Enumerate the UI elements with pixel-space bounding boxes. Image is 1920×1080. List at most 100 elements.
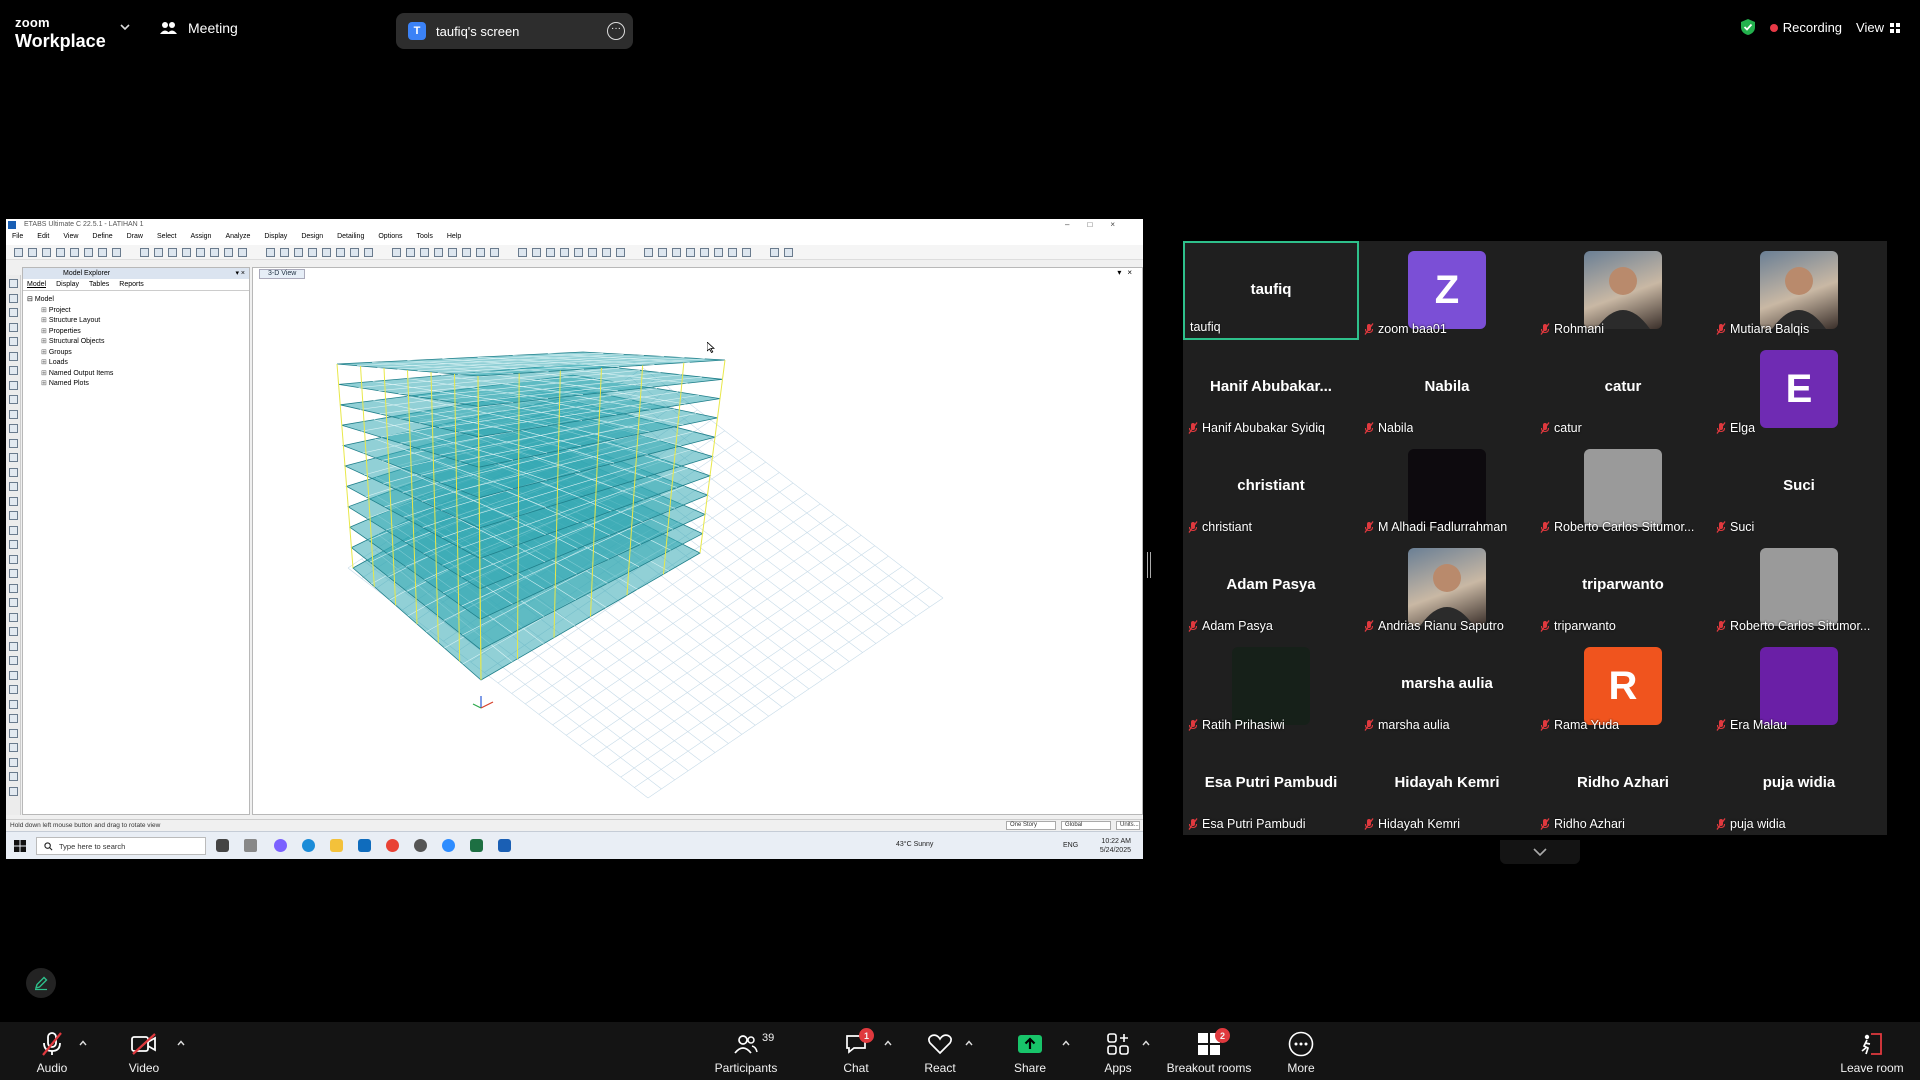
etabs-tool-icon[interactable] (392, 248, 401, 257)
etabs-draw-tool-icon[interactable] (9, 583, 18, 593)
participant-tile[interactable]: Mutiara Balqis (1711, 241, 1887, 340)
explorer-tab-display[interactable]: Display (56, 281, 79, 288)
etabs-draw-tool-icon[interactable] (9, 438, 18, 448)
etabs-draw-tool-icon[interactable] (9, 641, 18, 651)
meeting-menu[interactable]: Meeting (160, 20, 238, 36)
annotate-button[interactable] (26, 968, 56, 998)
explorer-tab-reports[interactable]: Reports (119, 281, 144, 288)
participant-tile[interactable]: marsha aulia marsha aulia (1359, 637, 1535, 736)
recording-indicator[interactable]: Recording (1769, 20, 1842, 35)
share-options-caret-icon[interactable] (1062, 1040, 1070, 1046)
etabs-draw-tool-icon[interactable] (9, 424, 18, 433)
etabs-draw-tool-icon[interactable] (9, 496, 18, 506)
etabs-draw-tool-icon[interactable] (9, 685, 18, 694)
units-button[interactable]: Units... (1116, 821, 1140, 830)
outlook-icon[interactable] (358, 839, 371, 852)
etabs-tool-icon[interactable] (462, 248, 471, 257)
tree-item[interactable]: Structural Objects (27, 337, 245, 348)
copilot-icon[interactable] (274, 839, 287, 852)
etabs-tool-icon[interactable] (168, 248, 177, 257)
participant-tile[interactable]: Hanif Abubakar... Hanif Abubakar Syidiq (1183, 340, 1359, 439)
tree-item[interactable]: Named Plots (27, 379, 245, 390)
breakout-rooms-button[interactable]: 2 Breakout rooms (1166, 1028, 1252, 1075)
etabs-draw-tool-icon[interactable] (9, 293, 18, 303)
etabs-tool-icon[interactable] (602, 248, 611, 257)
etabs-draw-tool-icon[interactable] (9, 453, 18, 462)
menu-item-view[interactable]: View (63, 233, 78, 243)
task-view-icon[interactable] (244, 839, 257, 852)
etabs-draw-tool-icon[interactable] (9, 598, 18, 607)
explorer-tab-model[interactable]: Model (27, 281, 47, 288)
etabs-draw-tool-icon[interactable] (9, 395, 18, 404)
weather-widget[interactable]: 43°C Sunny (896, 841, 933, 848)
apps-button[interactable]: Apps (1098, 1030, 1138, 1075)
participant-tile[interactable]: Era Malau (1711, 637, 1887, 736)
explorer-tab-tables[interactable]: Tables (89, 281, 109, 288)
participant-tile[interactable]: R Rama Yuda (1535, 637, 1711, 736)
etabs-tool-icon[interactable] (266, 248, 275, 257)
close-icon[interactable]: ▾ × (235, 269, 245, 277)
etabs-tool-icon[interactable] (84, 248, 93, 257)
tree-root[interactable]: Model (27, 295, 245, 306)
etabs-tool-icon[interactable] (140, 248, 149, 257)
etabs-tool-icon[interactable] (700, 248, 709, 257)
etabs-tool-icon[interactable] (420, 248, 429, 257)
etabs-draw-tool-icon[interactable] (9, 540, 18, 549)
etabs-tool-icon[interactable] (336, 248, 345, 257)
participant-tile[interactable]: triparwanto triparwanto (1535, 538, 1711, 637)
story-select[interactable]: One Story (1006, 821, 1056, 830)
etabs-tool-icon[interactable] (448, 248, 457, 257)
etabs-tool-icon[interactable] (364, 248, 373, 257)
etabs-tool-icon[interactable] (322, 248, 331, 257)
audio-options-caret-icon[interactable] (79, 1040, 87, 1046)
etabs-tool-icon[interactable] (196, 248, 205, 257)
etabs-draw-tool-icon[interactable] (9, 670, 18, 680)
chat-options-caret-icon[interactable] (884, 1040, 892, 1046)
etabs-draw-tool-icon[interactable] (9, 714, 18, 723)
menu-item-tools[interactable]: Tools (416, 233, 432, 243)
participant-tile[interactable]: Nabila Nabila (1359, 340, 1535, 439)
etabs-tool-icon[interactable] (476, 248, 485, 257)
react-options-caret-icon[interactable] (965, 1040, 973, 1046)
zoom-app-icon[interactable] (442, 839, 455, 852)
etabs-draw-tool-icon[interactable] (9, 743, 18, 752)
etabs-draw-tool-icon[interactable] (9, 409, 18, 419)
participant-tile[interactable]: christiant christiant (1183, 439, 1359, 538)
etabs-tool-icon[interactable] (238, 248, 247, 257)
coord-select[interactable]: Global (1061, 821, 1111, 830)
menu-item-file[interactable]: File (12, 233, 23, 243)
etabs-draw-tool-icon[interactable] (9, 467, 18, 477)
etabs-tool-icon[interactable] (210, 248, 219, 257)
menu-item-display[interactable]: Display (264, 233, 287, 243)
participant-tile[interactable]: Roberto Carlos Situmor... (1535, 439, 1711, 538)
etabs-tool-icon[interactable] (406, 248, 415, 257)
participant-tile[interactable]: Ridho Azhari Ridho Azhari (1535, 736, 1711, 835)
tree-item[interactable]: Properties (27, 327, 245, 338)
participant-tile[interactable]: Hidayah Kemri Hidayah Kemri (1359, 736, 1535, 835)
more-options-icon[interactable]: ··· (607, 22, 625, 40)
gallery-next-page-button[interactable] (1500, 840, 1580, 864)
menu-item-assign[interactable]: Assign (190, 233, 211, 243)
etabs-tool-icon[interactable] (294, 248, 303, 257)
etabs-tool-icon[interactable] (42, 248, 51, 257)
menu-item-design[interactable]: Design (301, 233, 323, 243)
participant-tile[interactable]: Ratih Prihasiwi (1183, 637, 1359, 736)
etabs-app-icon[interactable] (498, 839, 511, 852)
video-options-caret-icon[interactable] (177, 1040, 185, 1046)
etabs-draw-tool-icon[interactable] (9, 525, 18, 535)
etabs-tool-icon[interactable] (728, 248, 737, 257)
menu-item-options[interactable]: Options (378, 233, 402, 243)
etabs-tool-icon[interactable] (546, 248, 555, 257)
menu-item-help[interactable]: Help (447, 233, 461, 243)
taskbar-search[interactable]: Type here to search (36, 837, 206, 855)
etabs-draw-tool-icon[interactable] (9, 786, 18, 796)
etabs-draw-tool-icon[interactable] (9, 337, 18, 346)
etabs-tool-icon[interactable] (742, 248, 751, 257)
etabs-tool-icon[interactable] (434, 248, 443, 257)
etabs-tool-icon[interactable] (560, 248, 569, 257)
tray-language[interactable]: ENG (1063, 842, 1078, 849)
menu-item-select[interactable]: Select (157, 233, 176, 243)
shared-screen[interactable]: ETABS Ultimate C 22.5.1 - LATIHAN 1 –□× … (6, 219, 1143, 859)
etabs-tool-icon[interactable] (784, 248, 793, 257)
menu-item-define[interactable]: Define (92, 233, 112, 243)
